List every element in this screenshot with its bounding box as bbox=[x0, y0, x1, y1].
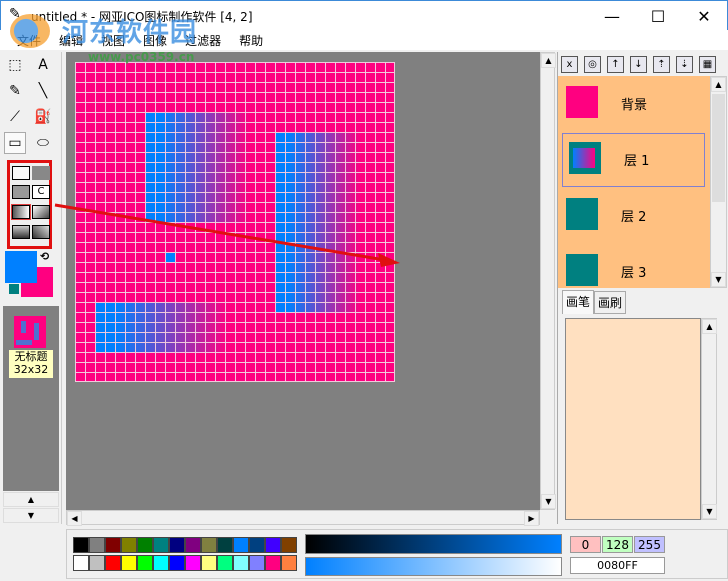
annotation-arrow bbox=[54, 203, 400, 267]
